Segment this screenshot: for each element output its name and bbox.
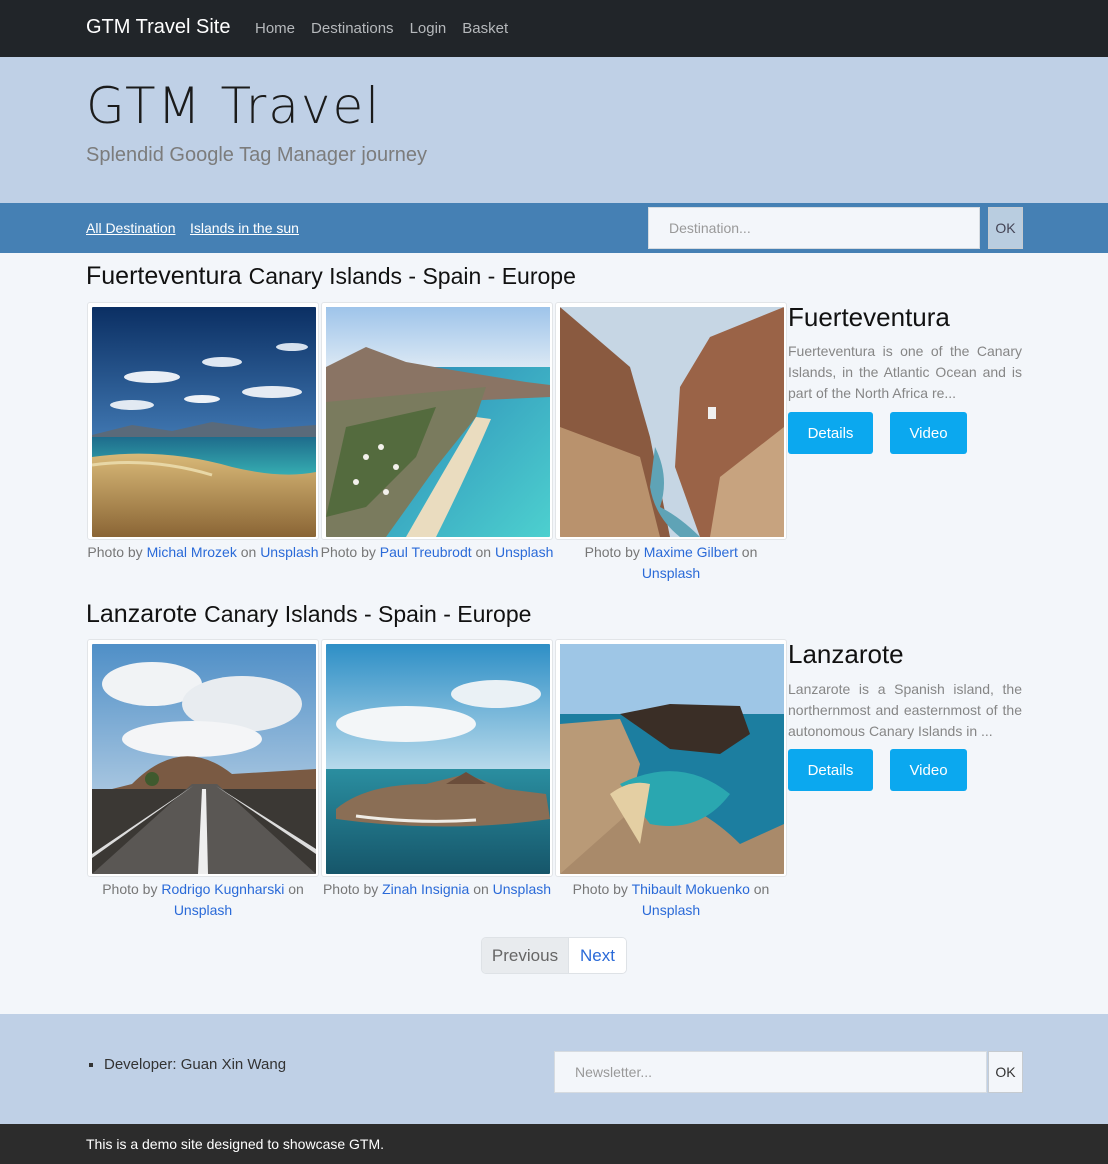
photographer-link[interactable]: Rodrigo Kugnharski [161,881,284,897]
nav-basket[interactable]: Basket [462,20,508,37]
photographer-link[interactable]: Paul Treubrodt [380,544,472,560]
top-navbar: GTM Travel Site Home Destinations Login … [0,0,1108,57]
photographer-link[interactable]: Maxime Gilbert [644,544,738,560]
pagination: Previous Next [481,937,627,974]
credit-on: on [288,881,304,897]
footer-list: Developer: Guan Xin Wang [104,1056,286,1073]
destination-description: Lanzarote is a Spanish island, the north… [788,681,1022,739]
destination-info-title: Lanzarote [788,639,904,669]
newsletter-ok-button[interactable]: OK [988,1051,1023,1093]
unsplash-link[interactable]: Unsplash [642,902,700,918]
destination-name: Fuerteventura [86,262,242,290]
credit-prefix: Photo by [572,881,628,897]
photographer-link[interactable]: Thibault Mokuenko [632,881,750,897]
brand-link[interactable]: GTM Travel Site [86,16,230,39]
unsplash-link[interactable]: Unsplash [174,902,232,918]
destination-heading: Lanzarote Canary Islands - Spain - Europ… [86,600,531,629]
photo-credit: Photo by Maxime Gilbert on Unsplash [554,542,788,584]
nav-destinations[interactable]: Destinations [311,20,394,37]
filter-islands-link[interactable]: Islands in the sun [190,220,299,236]
destination-location: Canary Islands - Spain - Europe [248,263,576,289]
destination-ok-button[interactable]: OK [988,207,1023,249]
nav-home[interactable]: Home [255,20,295,37]
details-button[interactable]: Details [788,412,873,454]
nav-login[interactable]: Login [410,20,447,37]
photo-credit: Photo by Paul Treubrodt on Unsplash [320,542,554,563]
nav-links: Home Destinations Login Basket [255,20,508,37]
newsletter-input[interactable] [554,1051,987,1093]
photo-credit: Photo by Rodrigo Kugnharski on Unsplash [86,879,320,921]
destination-heading: Fuerteventura Canary Islands - Spain - E… [86,262,576,291]
hero-banner: GTM Travel Splendid Google Tag Manager j… [0,57,1108,203]
destination-description: Fuerteventura is one of the Canary Islan… [788,343,1022,401]
unsplash-link[interactable]: Unsplash [495,544,553,560]
details-button[interactable]: Details [788,749,873,791]
credit-on: on [475,544,492,560]
previous-page-button[interactable]: Previous [482,938,569,973]
credit-prefix: Photo by [584,544,640,560]
destination-photo[interactable] [555,302,787,540]
destination-photo[interactable] [321,302,553,540]
destination-photo[interactable] [321,639,553,877]
photographer-link[interactable]: Michal Mrozek [147,544,237,560]
destination-photo[interactable] [87,639,319,877]
photo-credit: Photo by Zinah Insignia on Unsplash [320,879,554,900]
video-button[interactable]: Video [890,749,967,791]
photo-credit: Photo by Michal Mrozek on Unsplash [86,542,320,563]
unsplash-link[interactable]: Unsplash [642,565,700,581]
next-page-button[interactable]: Next [569,938,626,973]
footer-bar: This is a demo site designed to showcase… [0,1124,1108,1164]
destination-search-input[interactable] [648,207,980,249]
unsplash-link[interactable]: Unsplash [260,544,318,560]
credit-on: on [741,544,758,560]
video-button[interactable]: Video [890,412,967,454]
credit-on: on [240,544,257,560]
credit-prefix: Photo by [320,544,376,560]
photo-credit: Photo by Thibault Mokuenko on Unsplash [554,879,788,921]
hero-title: GTM Travel [86,77,382,135]
hero-subtitle: Splendid Google Tag Manager journey [86,144,427,166]
credit-prefix: Photo by [102,881,158,897]
destination-photo[interactable] [555,639,787,877]
destination-photo[interactable] [87,302,319,540]
credit-prefix: Photo by [87,544,143,560]
destination-location: Canary Islands - Spain - Europe [204,601,532,627]
credit-prefix: Photo by [322,881,379,897]
credit-on: on [753,881,770,897]
footer-note: This is a demo site designed to showcase… [86,1136,385,1152]
unsplash-link[interactable]: Unsplash [493,881,551,897]
developer-credit: Developer: Guan Xin Wang [104,1056,286,1073]
footer: Developer: Guan Xin Wang OK [0,1014,1108,1124]
filter-all-destination-link[interactable]: All Destination [86,220,176,236]
photographer-link[interactable]: Zinah Insignia [382,881,469,897]
destination-info-title: Fuerteventura [788,302,950,332]
destination-name: Lanzarote [86,600,198,628]
filter-bar: All Destination Islands in the sun OK [0,203,1108,253]
credit-on: on [473,881,489,897]
